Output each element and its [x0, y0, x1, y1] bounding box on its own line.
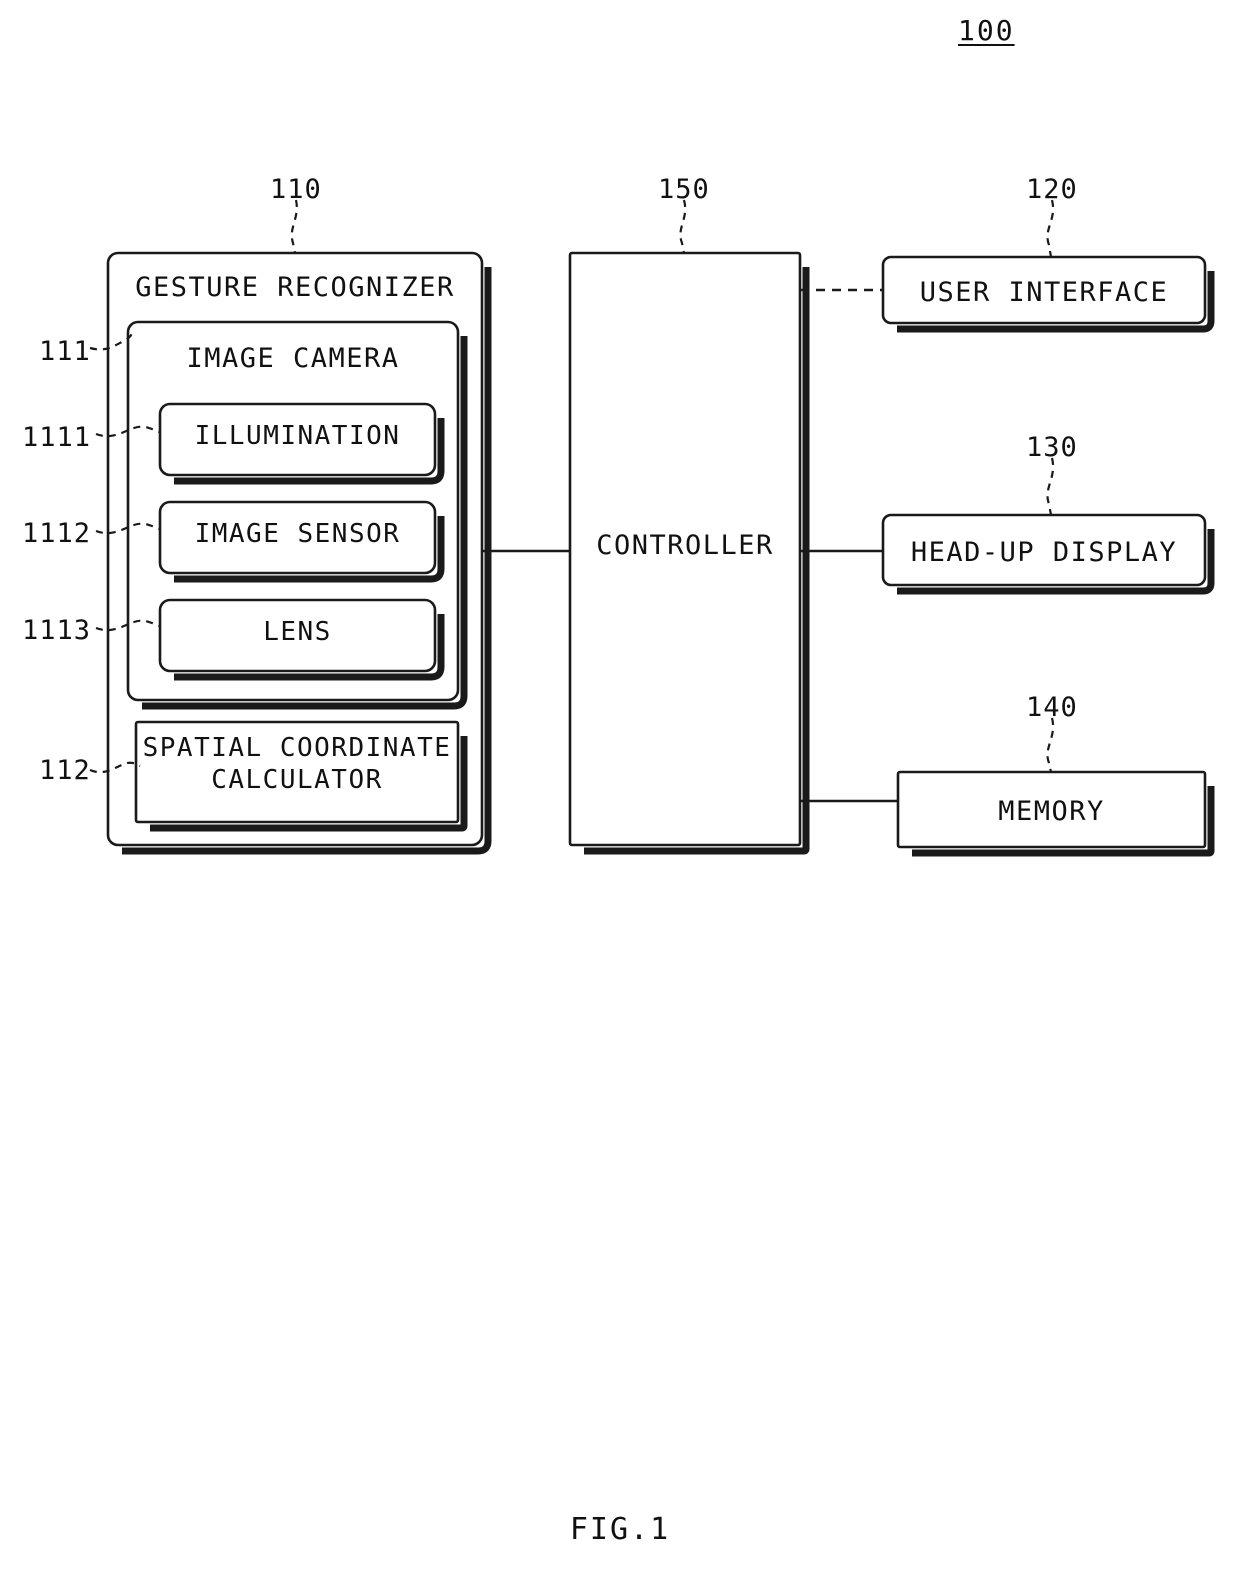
reference-number-130: 130 [1026, 432, 1078, 463]
block-label-illumination: ILLUMINATION [194, 421, 401, 451]
block-gesture-recognizer [106, 251, 492, 855]
block-label-spatial-coordinate-calculator: SPATIAL COORDINATE CALCULATOR [142, 733, 452, 795]
system-reference-number: 100 [958, 14, 1015, 47]
block-spatial-coordinate-calculator [134, 720, 468, 832]
block-lens [158, 598, 445, 681]
connector-lines [482, 288, 899, 803]
block-label-gesture-recognizer: GESTURE RECOGNIZER [135, 272, 455, 303]
reference-number-1111: 1111 [22, 422, 92, 453]
block-label-memory: MEMORY [998, 796, 1105, 827]
patent-figure: 100 GESTURE RECOGNIZER IMAGE CAMERA ILLUMI… [0, 0, 1240, 1588]
figure-canvas [89, 199, 1215, 857]
block-illumination [158, 402, 445, 485]
reference-number-111: 111 [39, 336, 91, 367]
block-label-image-sensor: IMAGE SENSOR [194, 519, 401, 549]
reference-number-150: 150 [658, 174, 710, 205]
figure-caption: FIG.1 [569, 1512, 671, 1547]
block-user-interface [881, 255, 1215, 333]
reference-number-1112: 1112 [22, 518, 92, 549]
block-image-camera [126, 320, 468, 710]
block-label-image-camera: IMAGE CAMERA [186, 343, 400, 374]
block-image-sensor [158, 500, 445, 583]
block-label-head-up-display: HEAD-UP DISPLAY [910, 537, 1178, 568]
block-label-lens: LENS [263, 617, 332, 647]
block-controller [568, 251, 810, 855]
reference-number-110: 110 [270, 174, 322, 205]
block-head-up-display [881, 513, 1215, 595]
block-memory [896, 770, 1215, 857]
reference-number-112: 112 [39, 755, 91, 786]
reference-number-1113: 1113 [22, 615, 92, 646]
block-label-user-interface: USER INTERFACE [919, 277, 1169, 308]
reference-number-120: 120 [1026, 174, 1078, 205]
block-label-controller: CONTROLLER [596, 530, 774, 561]
reference-number-140: 140 [1026, 692, 1078, 723]
leader-lines [89, 199, 1055, 774]
